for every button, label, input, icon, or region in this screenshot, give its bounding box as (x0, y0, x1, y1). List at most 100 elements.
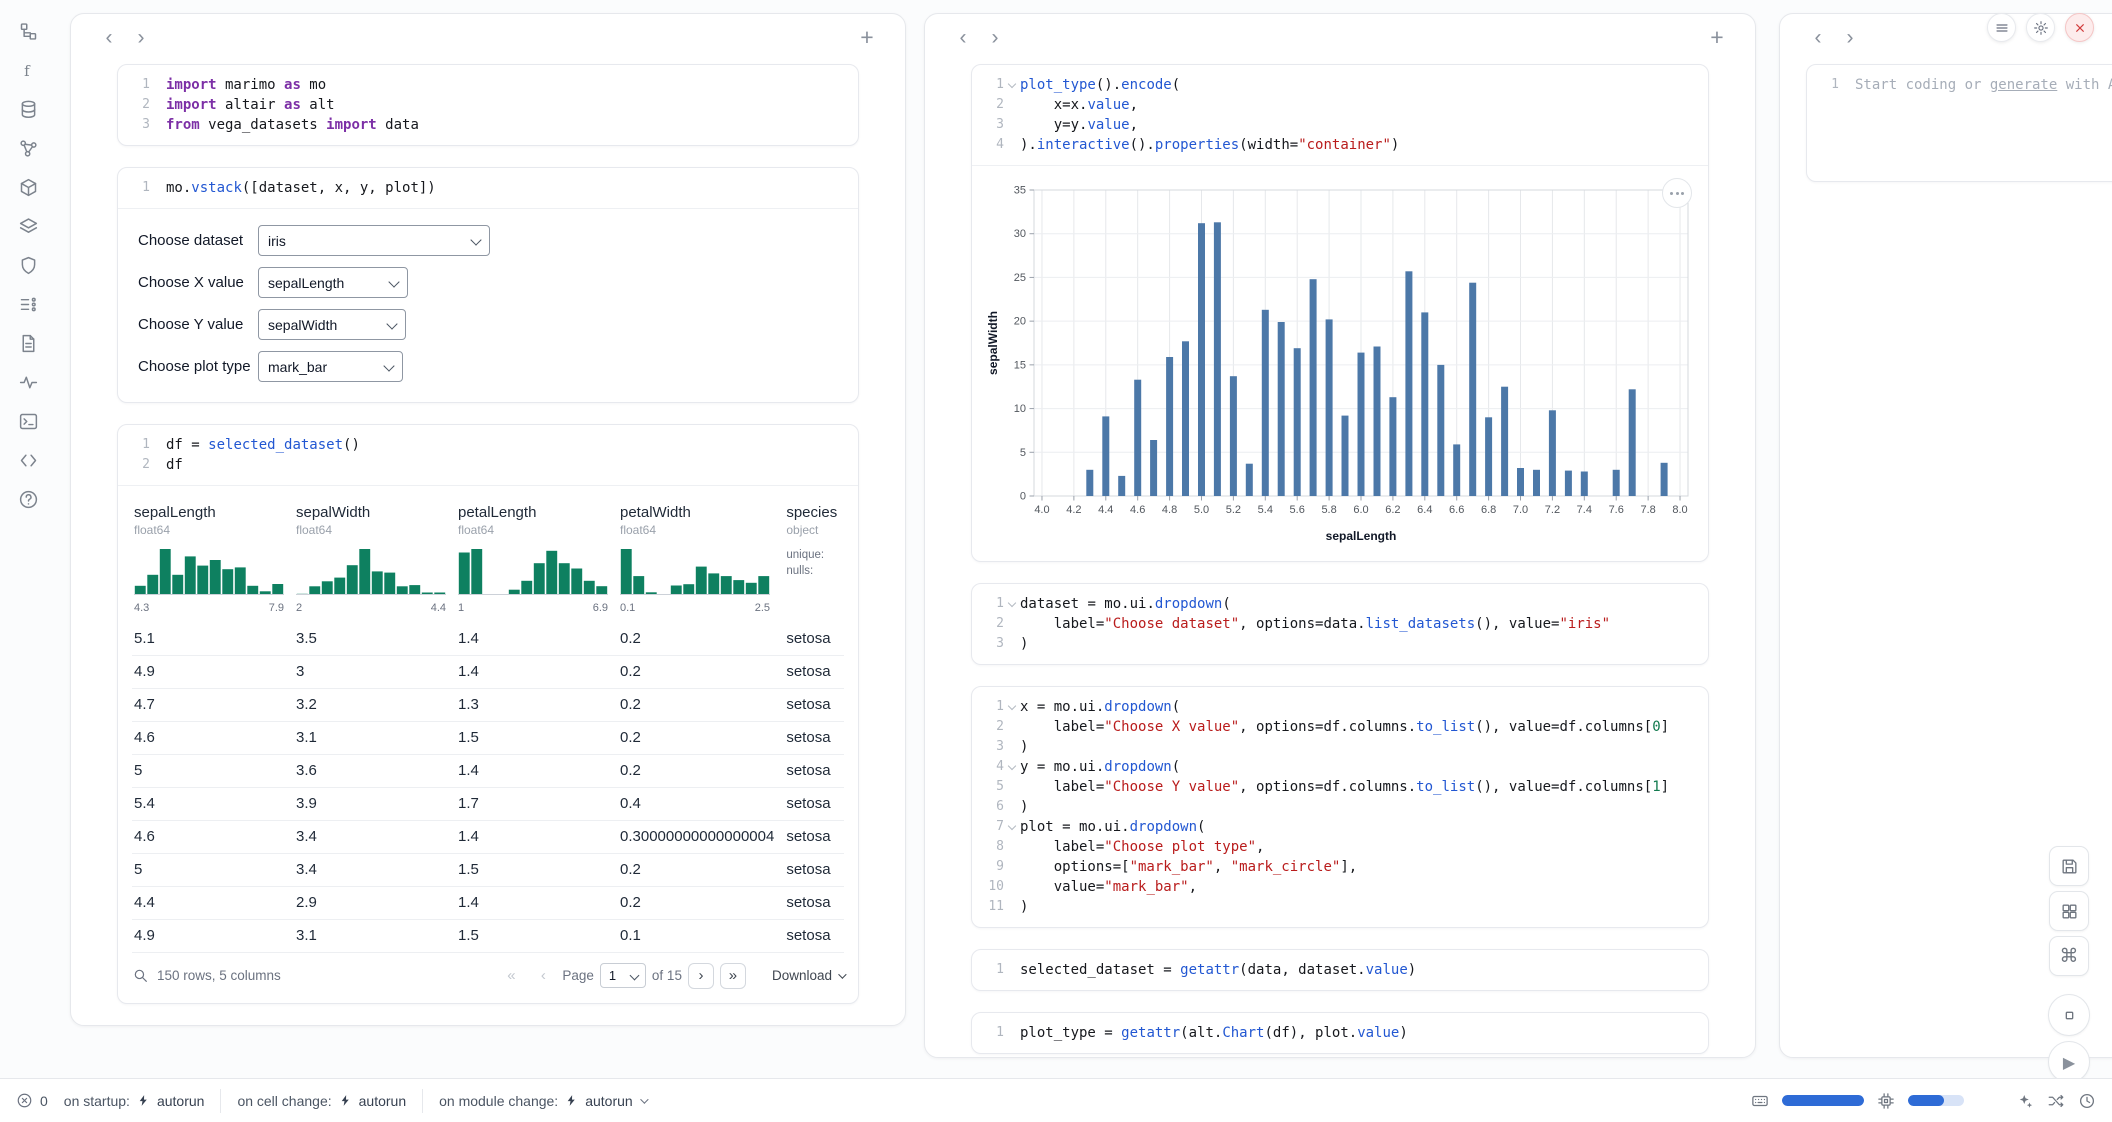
code-editor[interactable]: 1plot_type().encode(2 x=x.value,3 y=y.va… (972, 65, 1708, 165)
sparkles-icon[interactable] (2016, 1092, 2034, 1110)
clock-icon[interactable] (2078, 1092, 2096, 1110)
pagination: « ‹ Page 1 of 15 › » (498, 963, 746, 989)
dataframe-output: sepalLengthfloat64sepalWidthfloat64petal… (118, 485, 858, 1003)
layers-icon[interactable] (15, 213, 41, 239)
table-cell: 4.6 (132, 721, 294, 754)
table-row[interactable]: 5.13.51.40.2setosa (132, 622, 844, 655)
help-icon[interactable] (15, 486, 41, 512)
svg-text:5.4: 5.4 (1258, 504, 1273, 516)
download-button[interactable]: Download (772, 968, 844, 983)
choose-x-value-select[interactable]: sepalLength (258, 267, 408, 298)
column-next-button[interactable]: › (1836, 24, 1864, 50)
table-row[interactable]: 4.42.91.40.2setosa (132, 886, 844, 919)
shield-icon[interactable] (15, 252, 41, 278)
code-editor[interactable]: 1x = mo.ui.dropdown(2 label="Choose X va… (972, 687, 1708, 927)
code-editor[interactable]: 1selected_dataset = getattr(data, datase… (972, 950, 1708, 990)
column-header-sepalWidth[interactable]: sepalWidthfloat64 (294, 498, 456, 545)
keyboard-icon[interactable] (1751, 1092, 1769, 1110)
shuffle-icon[interactable] (2047, 1092, 2065, 1110)
column-next-button[interactable]: › (127, 24, 155, 50)
choose-dataset-select[interactable]: iris (258, 225, 490, 256)
code-line: 2import altair as alt (120, 95, 854, 115)
table-row[interactable]: 53.41.50.2setosa (132, 853, 844, 886)
table-cell: 0.2 (618, 688, 784, 721)
svg-text:sepalWidth: sepalWidth (986, 311, 1000, 375)
table-row[interactable]: 4.73.21.30.2setosa (132, 688, 844, 721)
table-row[interactable]: 4.63.41.40.30000000000000004setosa (132, 820, 844, 853)
table-cell: 5.1 (132, 622, 294, 655)
snippets-icon[interactable] (15, 447, 41, 473)
save-button[interactable] (2049, 846, 2089, 886)
settings-button[interactable] (2026, 13, 2055, 42)
search-icon[interactable] (132, 967, 149, 984)
fold-chevron-icon[interactable] (1004, 594, 1020, 614)
table-row[interactable]: 4.931.40.2setosa (132, 655, 844, 688)
line-number: 1 (974, 1023, 1004, 1043)
fold-chevron-icon[interactable] (1004, 75, 1020, 95)
svg-text:6.8: 6.8 (1481, 504, 1496, 516)
run-all-button[interactable]: ▶ (2048, 1041, 2090, 1083)
fold-chevron-icon[interactable] (1004, 817, 1020, 837)
code-line: 2 x=x.value, (974, 95, 1704, 115)
code-editor[interactable]: 1 Start coding or generate with AI (1807, 65, 2112, 105)
code-editor[interactable]: 1dataset = mo.ui.dropdown(2 label="Choos… (972, 584, 1708, 664)
on-cell-change-chip[interactable]: on cell change:autorun (220, 1089, 422, 1113)
table-row[interactable]: 4.63.11.50.2setosa (132, 721, 844, 754)
column-next-button[interactable]: › (981, 24, 1009, 50)
errors-indicator[interactable]: 0 (16, 1089, 64, 1113)
code-editor[interactable]: 1df = selected_dataset()2df (118, 425, 858, 485)
column-header-petalWidth[interactable]: petalWidthfloat64 (618, 498, 784, 545)
code-editor[interactable]: 1mo.vstack([dataset, x, y, plot]) (118, 168, 858, 208)
file-tree-icon[interactable] (15, 18, 41, 44)
shutdown-button[interactable] (2065, 13, 2094, 42)
next-page-button[interactable]: › (688, 963, 714, 989)
last-page-button[interactable]: » (720, 963, 746, 989)
table-cell: 0.2 (618, 754, 784, 787)
terminal-icon[interactable] (15, 408, 41, 434)
code-editor[interactable]: 1import marimo as mo2import altair as al… (118, 65, 858, 145)
on-startup-chip[interactable]: on startup:autorun (64, 1089, 221, 1113)
column-header-sepalLength[interactable]: sepalLengthfloat64 (132, 498, 294, 545)
column-prev-button[interactable]: ‹ (1804, 24, 1832, 50)
add-cell-button[interactable]: + (853, 24, 881, 50)
cpu-icon[interactable] (1877, 1092, 1895, 1110)
column-prev-button[interactable]: ‹ (949, 24, 977, 50)
variables-icon[interactable] (15, 291, 41, 317)
database-icon[interactable] (15, 96, 41, 122)
column-header-species[interactable]: speciesobject (784, 498, 844, 545)
on-module-change-chip[interactable]: on module change:autorun (422, 1089, 662, 1113)
document-icon[interactable] (15, 330, 41, 356)
table-row[interactable]: 4.93.11.50.1setosa (132, 919, 844, 952)
fold-chevron-icon[interactable] (1004, 757, 1020, 777)
code-editor[interactable]: 1plot_type = getattr(alt.Chart(df), plot… (972, 1013, 1708, 1053)
dataframe-cell: 1df = selected_dataset()2df sepalLengthf… (117, 424, 859, 1004)
dependency-graph-icon[interactable] (15, 135, 41, 161)
stop-button[interactable] (2048, 994, 2090, 1036)
prev-page-button[interactable]: ‹ (530, 963, 556, 989)
grid-layout-button[interactable] (2049, 891, 2089, 931)
fold-chevron-icon[interactable] (1004, 697, 1020, 717)
table-cell: 3 (294, 655, 456, 688)
chart-actions-button[interactable] (1662, 178, 1692, 208)
altair-chart[interactable]: 4.04.24.44.64.85.05.25.45.65.86.06.26.46… (984, 178, 1696, 553)
code-line: 3from vega_datasets import data (120, 115, 854, 135)
column-header-petalLength[interactable]: petalLengthfloat64 (456, 498, 618, 545)
table-row[interactable]: 53.61.40.2setosa (132, 754, 844, 787)
page-select[interactable]: 1 (600, 963, 646, 988)
table-row[interactable]: 5.43.91.70.4setosa (132, 787, 844, 820)
add-cell-button[interactable]: + (1703, 24, 1731, 50)
plot-type-cell: 1plot_type = getattr(alt.Chart(df), plot… (971, 1012, 1709, 1054)
table-cell: 0.1 (618, 919, 784, 952)
column-prev-button[interactable]: ‹ (95, 24, 123, 50)
choose-y-value-select[interactable]: sepalWidth (258, 309, 406, 340)
activity-icon[interactable] (15, 369, 41, 395)
package-icon[interactable] (15, 174, 41, 200)
select-wrap: sepalLength (258, 267, 408, 298)
marimo-file-icon[interactable]: f (15, 57, 41, 83)
choose-plot-type-select[interactable]: mark_bar (258, 351, 403, 382)
keyboard-shortcuts-button[interactable]: ⌘ (2049, 936, 2089, 976)
first-page-button[interactable]: « (498, 963, 524, 989)
svg-text:6.4: 6.4 (1417, 504, 1432, 516)
menu-button[interactable] (1987, 13, 2016, 42)
generate-with-ai-link[interactable]: generate (1990, 77, 2057, 93)
